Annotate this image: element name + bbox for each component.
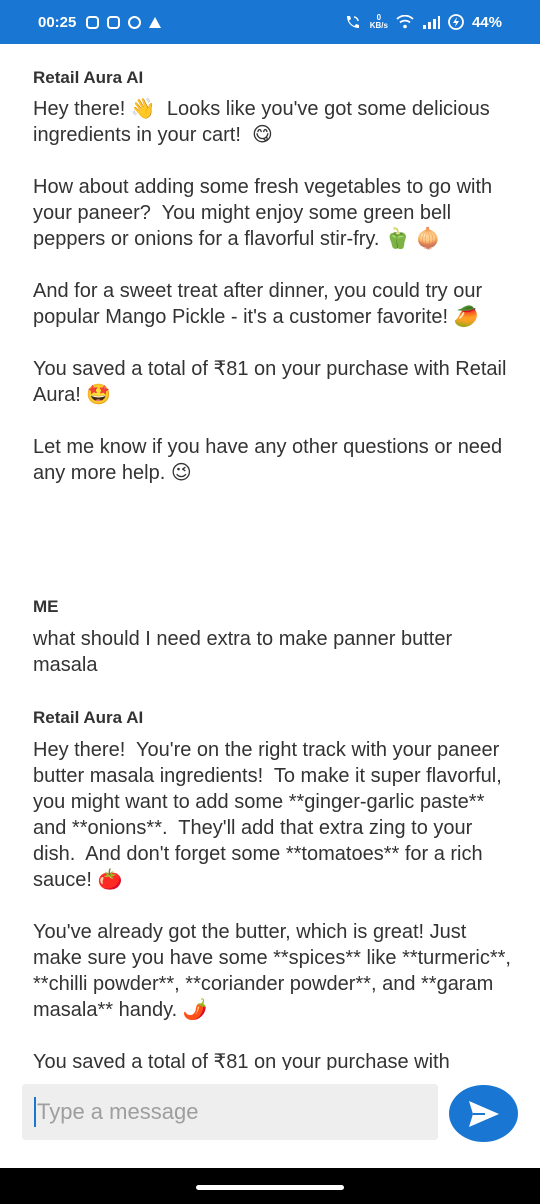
net-speed-unit: KB/s: [369, 21, 388, 30]
message-text: Hey there! 👋 Looks like you've got some …: [33, 98, 507, 484]
message-input-box[interactable]: [22, 1084, 438, 1140]
message-text: Hey there! You're on the right track wit…: [33, 739, 511, 1070]
message-sender: Retail Aura AI: [33, 68, 144, 87]
net-speed: 0 KB/s: [370, 14, 388, 30]
call-wifi-icon: [346, 16, 359, 28]
instagram-icon: [86, 15, 100, 29]
status-bar: 00:25 0 KB/s 44%: [0, 0, 540, 44]
message-ai: Retail Aura AI Hey there! You're on the …: [33, 708, 513, 1070]
chat-area[interactable]: Retail Aura AI Hey there! 👋 Looks like y…: [0, 44, 540, 1070]
navigation-bar: [0, 1168, 540, 1204]
battery-percent: 44%: [471, 13, 502, 31]
message-composer: [0, 1070, 540, 1168]
instagram-icon: [107, 15, 121, 29]
message-ai: Retail Aura AI Hey there! 👋 Looks like y…: [33, 68, 513, 486]
drive-icon: [149, 16, 162, 28]
message-input[interactable]: [37, 1099, 417, 1125]
send-button[interactable]: [449, 1085, 518, 1142]
message-sender: ME: [33, 597, 59, 616]
message-text: what should I need extra to make panner …: [33, 628, 458, 676]
wifi-icon: [396, 15, 414, 29]
notification-icon: [128, 15, 142, 29]
signal-icon: [422, 16, 440, 29]
status-time: 00:25: [38, 13, 77, 31]
text-caret: [34, 1097, 36, 1127]
battery-icon: [448, 14, 464, 30]
message-sender: Retail Aura AI: [33, 708, 144, 727]
message-user: ME what should I need extra to make pann…: [33, 597, 513, 678]
home-indicator[interactable]: [196, 1185, 344, 1190]
send-icon: [468, 1100, 499, 1127]
